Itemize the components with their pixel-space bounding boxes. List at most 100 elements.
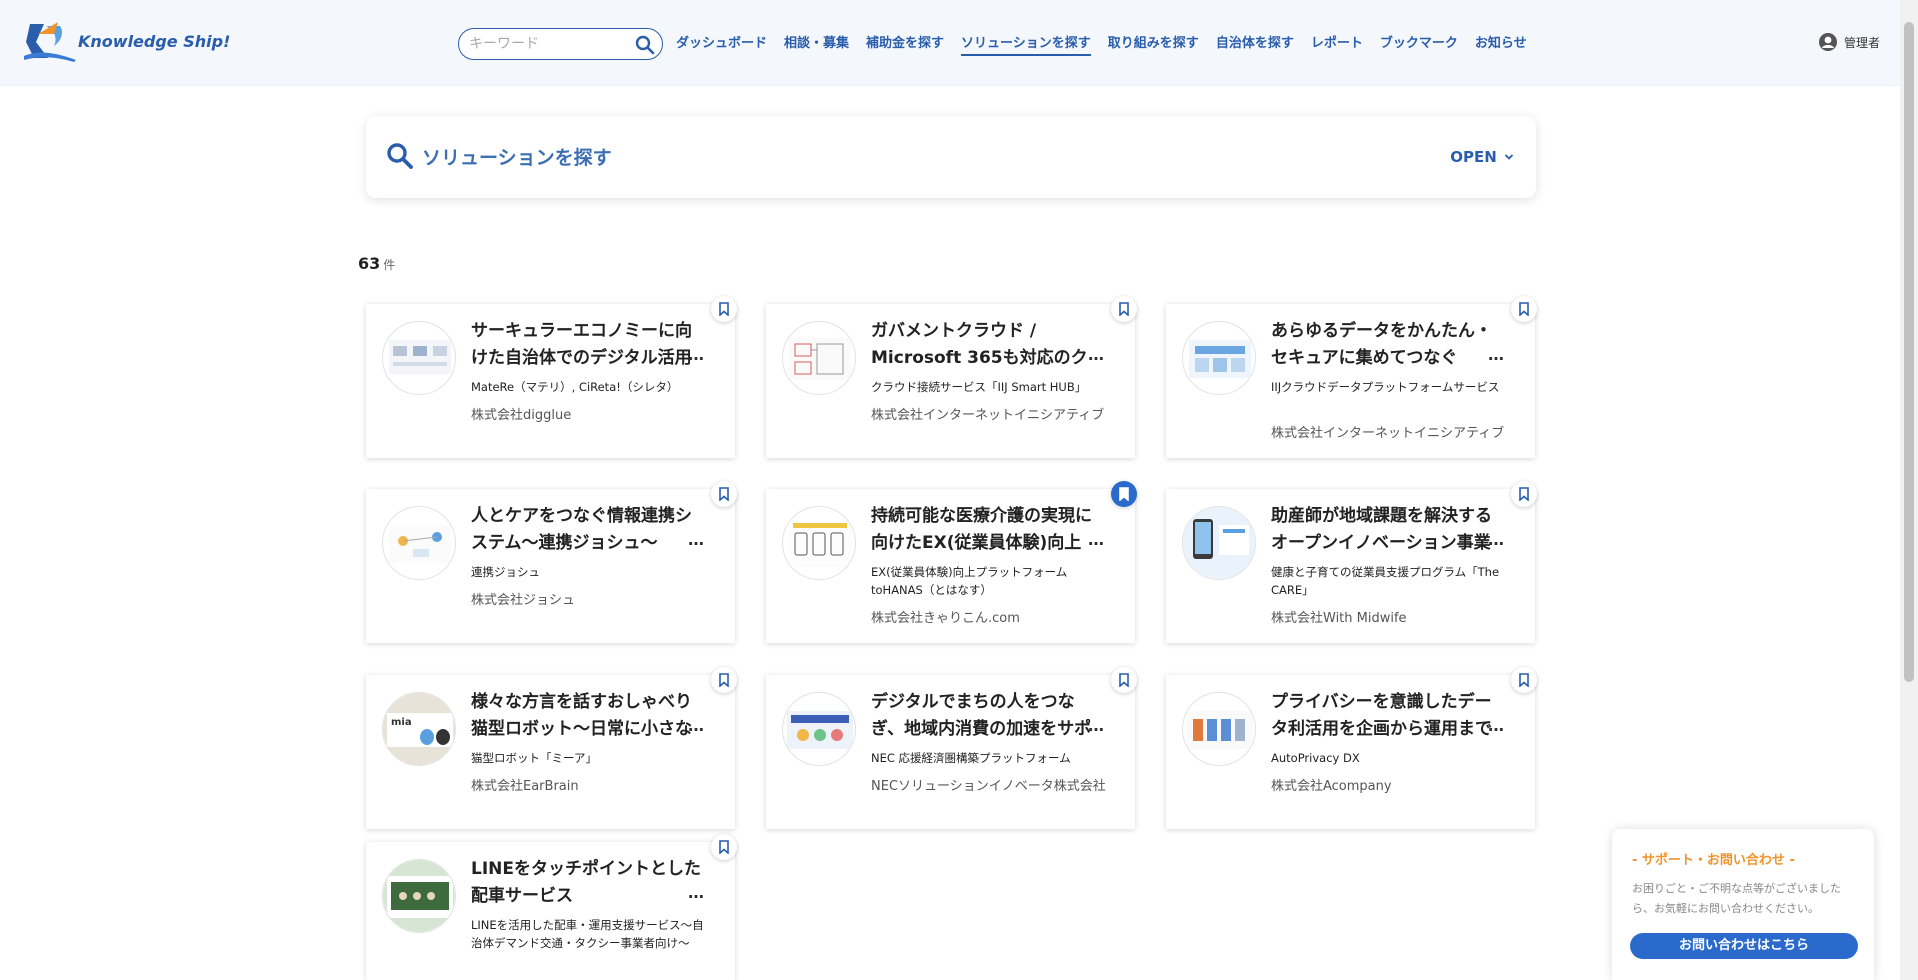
solution-card[interactable]: サーキュラーエコノミーに向けた自治体でのデジタル活用 … MateRe（マテリ）… bbox=[366, 296, 737, 458]
solution-thumbnail bbox=[782, 506, 856, 580]
card-subtitle: IIJクラウドデータプラットフォームサービス bbox=[1271, 380, 1500, 394]
bookmark-icon bbox=[719, 302, 729, 316]
solution-card[interactable]: デジタルでまちの人をつなぎ、地域内消費の加速をサポート … NEC 応援経済圏構… bbox=[766, 667, 1137, 829]
card-title: LINEをタッチポイントとした配車サービス bbox=[471, 859, 701, 906]
card-subtitle: 連携ジョシュ bbox=[471, 565, 540, 579]
solution-card[interactable]: 持続可能な医療介護の実現に向けたEX(従業員体験)向上 … EX(従業員体験)向… bbox=[766, 481, 1137, 643]
solution-card[interactable]: プライバシーを意識したデータ利活用を企画から運用まで … AutoPrivacy… bbox=[1166, 667, 1537, 829]
card-title: ガバメントクラウド / Microsoft 365も対応のクラウド接続 bbox=[871, 321, 1088, 368]
bookmark-button[interactable] bbox=[1511, 296, 1537, 322]
solution-thumbnail bbox=[382, 506, 456, 580]
card-company: 株式会社ジョシュ bbox=[471, 593, 576, 608]
card-company: NECソリューションイノベータ株式会社 bbox=[871, 779, 1106, 794]
support-title: - サポート・お問い合わせ - bbox=[1632, 853, 1795, 868]
bookmark-icon bbox=[1119, 673, 1129, 687]
solution-thumbnail bbox=[1182, 506, 1256, 580]
user-menu[interactable]: 管理者 bbox=[1818, 32, 1880, 52]
open-toggle-label: OPEN bbox=[1450, 148, 1497, 166]
card-title: サーキュラーエコノミーに向けた自治体でのデジタル活用 bbox=[471, 321, 692, 368]
card-title: 助産師が地域課題を解決するオープンイノベーション事業 bbox=[1271, 506, 1492, 553]
card-title: あらゆるデータをかんたん・セキュアに集めてつなぐ bbox=[1271, 321, 1492, 368]
search-icon bbox=[387, 143, 413, 169]
logo-text: Knowledge Ship! bbox=[78, 32, 231, 51]
nav-notices[interactable]: お知らせ bbox=[1475, 32, 1527, 56]
bookmark-icon bbox=[719, 487, 729, 501]
support-widget: - サポート・お問い合わせ - お困りごと・ご不明な点等がございましたら、お気軽… bbox=[1612, 829, 1874, 980]
card-more-indicator: … bbox=[1488, 530, 1504, 549]
card-title: 持続可能な医療介護の実現に向けたEX(従業員体験)向上 bbox=[871, 506, 1092, 553]
svg-text:mia: mia bbox=[391, 717, 412, 728]
card-subtitle: AutoPrivacy DX bbox=[1271, 751, 1360, 765]
bookmark-button[interactable] bbox=[1111, 481, 1137, 507]
nav-reports[interactable]: レポート bbox=[1311, 32, 1363, 56]
solution-thumbnail: mia bbox=[382, 692, 456, 766]
bookmark-button[interactable] bbox=[1111, 667, 1137, 693]
support-description: お困りごと・ご不明な点等がございましたら、お気軽にお問い合わせください。 bbox=[1632, 882, 1841, 915]
card-subtitle: 健康と子育ての従業員支援プログラム「The CARE」 bbox=[1271, 565, 1500, 597]
bookmark-icon bbox=[1519, 487, 1529, 501]
bookmark-button[interactable] bbox=[711, 296, 737, 322]
contact-button[interactable]: お問い合わせはこちら bbox=[1630, 933, 1858, 959]
nav-bookmarks[interactable]: ブックマーク bbox=[1380, 32, 1458, 56]
bookmark-button[interactable] bbox=[1511, 667, 1537, 693]
bookmark-button[interactable] bbox=[711, 667, 737, 693]
nav-initiatives[interactable]: 取り組みを探す bbox=[1108, 32, 1199, 56]
keyword-search-box[interactable] bbox=[458, 28, 663, 60]
card-title: プライバシーを意識したデータ利活用を企画から運用まで bbox=[1271, 692, 1492, 739]
bookmark-button[interactable] bbox=[1111, 296, 1137, 322]
solution-card[interactable]: あらゆるデータをかんたん・セキュアに集めてつなぐ … IIJクラウドデータプラッ… bbox=[1166, 296, 1537, 458]
chevron-down-icon bbox=[1504, 154, 1514, 160]
solution-thumbnail bbox=[382, 859, 456, 933]
result-count-number: 63 bbox=[358, 254, 381, 273]
solution-card[interactable]: LINEをタッチポイントとした配車サービス … LINEを活用した配車・運用支援… bbox=[366, 834, 737, 980]
card-company: 株式会社EarBrain bbox=[471, 779, 579, 794]
card-more-indicator: … bbox=[688, 530, 704, 549]
card-company: 株式会社Acompany bbox=[1271, 779, 1392, 794]
card-more-indicator: … bbox=[1088, 716, 1104, 735]
user-avatar-icon bbox=[1819, 33, 1837, 51]
search-icon[interactable] bbox=[635, 35, 655, 55]
nav-solutions[interactable]: ソリューションを探す bbox=[961, 32, 1091, 56]
card-more-indicator: … bbox=[688, 883, 704, 902]
result-count-unit: 件 bbox=[383, 258, 396, 272]
bookmark-icon bbox=[1119, 302, 1129, 316]
solution-thumbnail bbox=[382, 321, 456, 395]
solution-card[interactable]: 助産師が地域課題を解決するオープンイノベーション事業 … 健康と子育ての従業員支… bbox=[1166, 481, 1537, 643]
result-count: 63 件 bbox=[358, 254, 395, 273]
card-subtitle: MateRe（マテリ）, CiReta!（シレタ） bbox=[471, 380, 679, 394]
card-more-indicator: … bbox=[688, 345, 704, 364]
solution-thumbnail bbox=[782, 692, 856, 766]
nav-subsidies[interactable]: 補助金を探す bbox=[866, 32, 944, 56]
keyword-search-input[interactable] bbox=[469, 33, 629, 55]
card-subtitle: LINEを活用した配車・運用支援サービス～自治体デマンド交通・タクシー事業者向け… bbox=[471, 918, 704, 950]
solution-card[interactable]: mia 様々な方言を話すおしゃべり猫型ロボット～日常に小さな … 猫型ロボット「… bbox=[366, 667, 737, 829]
bookmark-button[interactable] bbox=[1511, 481, 1537, 507]
logo[interactable]: Knowledge Ship! bbox=[24, 20, 230, 64]
card-company: 株式会社きゃりこん.com bbox=[871, 611, 1020, 626]
card-company: 株式会社With Midwife bbox=[1271, 611, 1407, 626]
bookmark-button[interactable] bbox=[711, 834, 737, 860]
card-subtitle: 猫型ロボット「ミーア」 bbox=[471, 751, 598, 765]
scrollbar-thumb[interactable] bbox=[1904, 22, 1914, 682]
solution-thumbnail bbox=[1182, 321, 1256, 395]
card-subtitle: NEC 応援経済圏構築プラットフォーム bbox=[871, 751, 1071, 765]
card-more-indicator: … bbox=[1088, 530, 1104, 549]
solution-card[interactable]: 人とケアをつなぐ情報連携システム～連携ジョシュ～ … 連携ジョシュ 株式会社ジョ… bbox=[366, 481, 737, 643]
card-subtitle: クラウド接続サービス「IIJ Smart HUB」 bbox=[871, 380, 1087, 394]
bookmark-icon bbox=[1519, 673, 1529, 687]
card-title: 人とケアをつなぐ情報連携システム～連携ジョシュ～ bbox=[471, 506, 692, 553]
solution-card[interactable]: ガバメントクラウド / Microsoft 365も対応のクラウド接続 … クラ… bbox=[766, 296, 1137, 458]
card-subtitle: EX(従業員体験)向上プラットフォームtoHANAS（とはなす） bbox=[871, 565, 1068, 597]
card-company: 株式会社digglue bbox=[471, 408, 572, 423]
main-nav: ダッシュボード 相談・募集 補助金を探す ソリューションを探す 取り組みを探す … bbox=[676, 32, 1544, 56]
bookmark-icon bbox=[719, 840, 729, 854]
card-title: デジタルでまちの人をつなぎ、地域内消費の加速をサポート bbox=[871, 692, 1092, 739]
open-toggle-button[interactable]: OPEN bbox=[1450, 148, 1514, 166]
card-title: 様々な方言を話すおしゃべり猫型ロボット～日常に小さな bbox=[471, 692, 692, 739]
nav-consultation[interactable]: 相談・募集 bbox=[784, 32, 849, 56]
nav-dashboard[interactable]: ダッシュボード bbox=[676, 32, 767, 56]
panel-title: ソリューションを探す bbox=[422, 147, 612, 169]
bookmark-icon bbox=[1519, 302, 1529, 316]
bookmark-button[interactable] bbox=[711, 481, 737, 507]
nav-municipalities[interactable]: 自治体を探す bbox=[1216, 32, 1294, 56]
